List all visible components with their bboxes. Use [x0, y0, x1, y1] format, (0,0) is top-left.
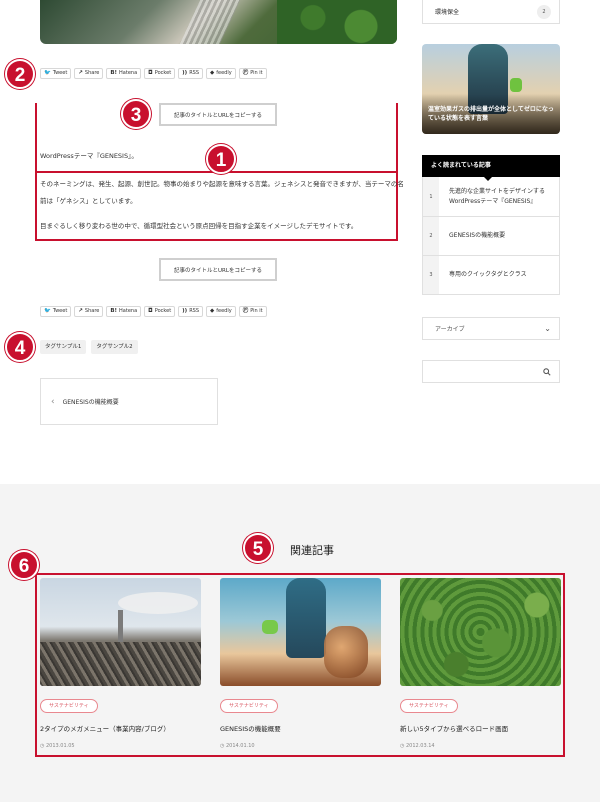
article-lead: WordPressテーマ『GENESIS』。 [40, 152, 138, 160]
category-badge[interactable]: サステナビリティ [400, 699, 458, 713]
tweet-button[interactable]: 🐦 Tweet [40, 306, 72, 317]
post-thumbnail [400, 578, 561, 686]
feedly-button[interactable]: ◆ feedly [206, 306, 236, 317]
feature-caption: 温室効果ガスの排出量が全体としてゼロになっている状態を表す言葉 [428, 106, 554, 122]
popular-post-item[interactable]: 3 専用のクイックタグとクラス [423, 255, 559, 294]
share-buttons-top: 🐦 Tweet ↗ Share B! Hatena ◘ Pocket )) RSS ◆ fe… [40, 68, 267, 79]
pocket-button[interactable]: ◘ Pocket [144, 306, 176, 317]
category-badge[interactable]: サステナビリティ [40, 699, 98, 713]
pocket-icon: ◘ [148, 70, 153, 76]
pocket-icon: ◘ [148, 308, 153, 314]
rss-button[interactable]: )) RSS [178, 306, 204, 317]
tag-list: タグサンプル1 タグサンプル2 [40, 340, 138, 354]
search-icon[interactable] [543, 367, 551, 376]
pinit-button[interactable]: Ⓟ Pin it [238, 306, 267, 317]
category-badge[interactable]: サステナビリティ [220, 699, 278, 713]
related-posts-heading: 関連記事 [290, 544, 334, 557]
hatena-icon: B! [110, 70, 118, 76]
article-paragraph-2: 目まぐるしく移り変わる世の中で、循環型社会という原点回帰を目指す企業をイメージし… [40, 222, 358, 230]
share-buttons-bottom: 🐦 Tweet ↗ Share B! Hatena ◘ Pocket )) RSS ◆ fe… [40, 306, 267, 317]
post-title: 2タイプのメガメニュー（事業内容/ブログ） [40, 725, 170, 733]
marker-6: 6 [9, 550, 39, 580]
tag-item[interactable]: タグサンプル2 [91, 340, 138, 354]
related-post-card[interactable]: サステナビリティ GENESISの機能概要 ◷ 2014.01.10 [220, 578, 381, 749]
category-count-badge: 2 [537, 4, 551, 19]
hero-image [40, 0, 397, 44]
related-post-card[interactable]: サステナビリティ 2タイプのメガメニュー（事業内容/ブログ） ◷ 2013.01… [40, 578, 201, 749]
pinit-button[interactable]: Ⓟ Pin it [238, 68, 267, 79]
tweet-button[interactable]: 🐦 Tweet [40, 68, 72, 79]
marker-3: 3 [121, 99, 151, 129]
feedly-icon: ◆ [210, 70, 215, 76]
article-paragraph-1: そのネーミングは、発生、起源、創世記。物事の始まりや起源を意味する言葉。ジェネシ… [40, 180, 404, 206]
related-post-card[interactable]: サステナビリティ 新しい5タイプから選べるロード画面 ◷ 2012.03.14 [400, 578, 561, 749]
rss-button[interactable]: )) RSS [178, 68, 204, 79]
marker-4: 4 [5, 332, 35, 362]
post-title: 新しい5タイプから選べるロード画面 [400, 725, 509, 733]
rss-icon: )) [182, 70, 188, 76]
twitter-icon: 🐦 [44, 70, 51, 76]
page: { "share": { "buttons": [ {"icon": "twit… [0, 0, 600, 802]
sidebar-category-item[interactable]: 環境保全 2 [422, 0, 560, 24]
copy-title-url-button-bottom[interactable]: 記事のタイトルとURLをコピーする [159, 258, 277, 281]
share-icon: ↗ [78, 308, 83, 314]
prev-post-link[interactable]: ‹ GENESISの機能概要 [40, 378, 218, 425]
twitter-icon: 🐦 [44, 308, 51, 314]
pinterest-icon: Ⓟ [242, 308, 249, 314]
post-thumbnail [220, 578, 381, 686]
feedly-icon: ◆ [210, 308, 215, 314]
marker-5: 5 [243, 533, 273, 563]
marker-1: 1 [206, 144, 236, 174]
rss-icon: )) [182, 308, 188, 314]
hatena-button[interactable]: B! Hatena [106, 306, 142, 317]
share-icon: ↗ [78, 70, 83, 76]
annotation-bottom-line [35, 239, 398, 241]
hatena-button[interactable]: B! Hatena [106, 68, 142, 79]
popular-posts-heading: よく読まれている記事 [422, 155, 560, 181]
archive-dropdown[interactable]: アーカイブ ⌄ [422, 317, 560, 340]
post-date: ◷ 2013.01.05 [40, 743, 75, 749]
share-button[interactable]: ↗ Share [74, 306, 104, 317]
copy-title-url-button[interactable]: 記事のタイトルとURLをコピーする [159, 103, 277, 126]
share-button[interactable]: ↗ Share [74, 68, 104, 79]
chevron-left-icon: ‹ [51, 396, 55, 407]
chevron-down-icon: ⌄ [544, 324, 551, 333]
feedly-button[interactable]: ◆ feedly [206, 68, 236, 79]
sidebar-feature-post[interactable]: 温室効果ガスの排出量が全体としてゼロになっている状態を表す言葉 [422, 44, 560, 134]
hatena-icon: B! [110, 308, 118, 314]
post-date: ◷ 2012.03.14 [400, 743, 435, 749]
pinterest-icon: Ⓟ [242, 70, 249, 76]
popular-post-item[interactable]: 2 GENESISの機能概要 [423, 216, 559, 255]
marker-2: 2 [5, 59, 35, 89]
post-thumbnail [40, 578, 201, 686]
post-title: GENESISの機能概要 [220, 725, 281, 733]
popular-post-item[interactable]: 1 先進的な企業サイトをデザインするWordPressテーマ『GENESIS』 [423, 177, 559, 216]
tag-item[interactable]: タグサンプル1 [40, 340, 87, 354]
search-input[interactable] [422, 360, 560, 383]
post-date: ◷ 2014.01.10 [220, 743, 255, 749]
pocket-button[interactable]: ◘ Pocket [144, 68, 176, 79]
popular-posts-list: 1 先進的な企業サイトをデザインするWordPressテーマ『GENESIS』 … [422, 177, 560, 295]
